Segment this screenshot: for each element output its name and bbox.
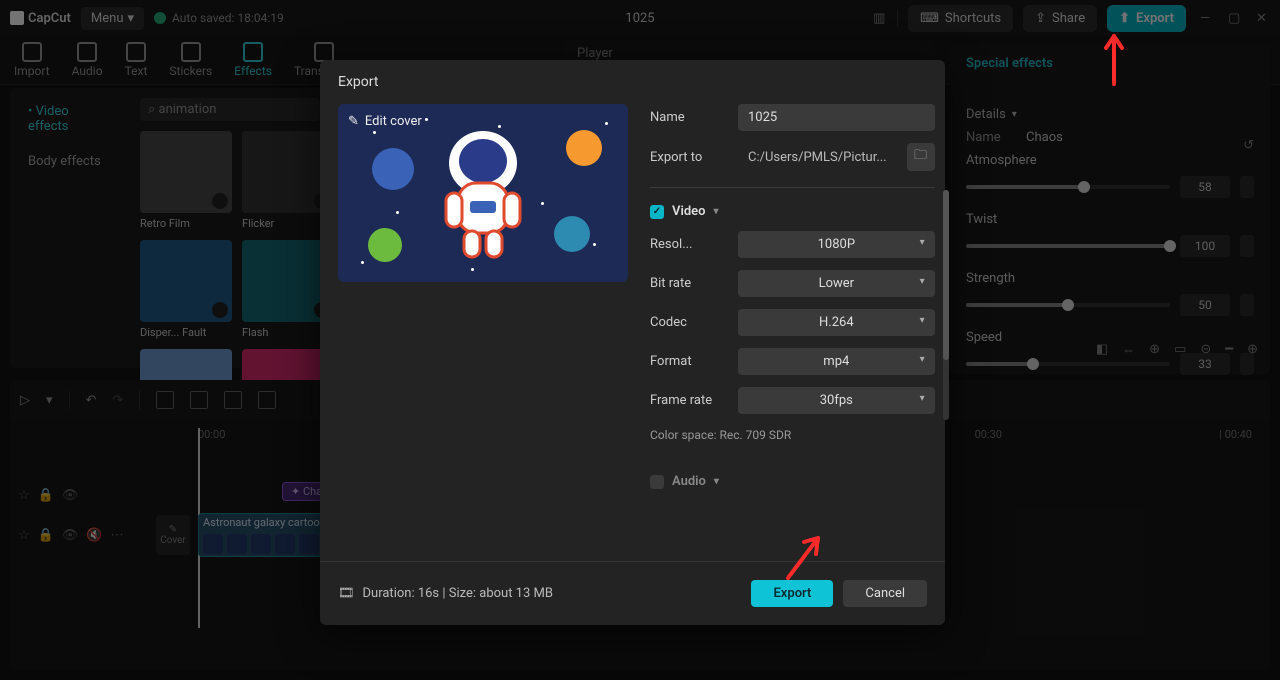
dialog-scrollbar[interactable]	[943, 190, 949, 420]
folder-icon: 🗀	[914, 146, 927, 168]
astronaut-illustration	[428, 123, 538, 263]
checkbox-icon: ✓	[650, 205, 664, 219]
cover-preview: ✎Edit cover	[338, 104, 628, 282]
audio-section-toggle[interactable]: ✓Audio▾	[650, 474, 935, 489]
pencil-icon: ✎	[348, 114, 359, 129]
cancel-button[interactable]: Cancel	[843, 580, 927, 607]
browse-button[interactable]: 🗀	[907, 143, 935, 171]
chevron-down-icon: ▾	[714, 206, 719, 217]
codec-select[interactable]: H.264	[738, 309, 935, 336]
export-confirm-button[interactable]: Export	[751, 580, 833, 607]
format-select[interactable]: mp4	[738, 348, 935, 375]
dialog-title: Export	[320, 60, 945, 104]
bitrate-select[interactable]: Lower	[738, 270, 935, 297]
video-section-toggle[interactable]: ✓Video▾	[650, 204, 935, 219]
resolution-select[interactable]: 1080P	[738, 231, 935, 258]
film-icon: 🎞	[338, 586, 355, 601]
edit-cover-button[interactable]: ✎Edit cover	[348, 114, 422, 129]
checkbox-icon: ✓	[650, 475, 664, 489]
color-space-note: Color space: Rec. 709 SDR	[650, 428, 935, 442]
chevron-down-icon: ▾	[714, 476, 719, 487]
export-name-input[interactable]: 1025	[738, 104, 935, 131]
export-path: C:/Users/PMLS/Pictur...	[738, 144, 897, 171]
framerate-select[interactable]: 30fps	[738, 387, 935, 414]
export-info: 🎞Duration: 16s | Size: about 13 MB	[338, 586, 553, 601]
export-dialog: Export ✎Edit cover	[320, 60, 945, 625]
